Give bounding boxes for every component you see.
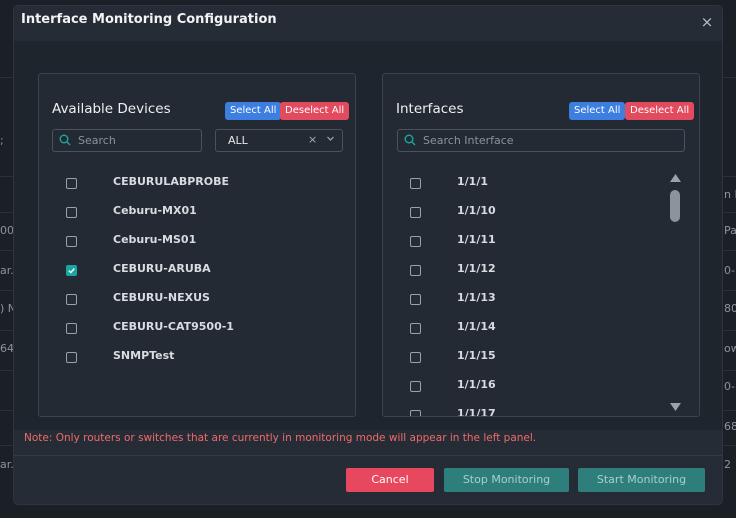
interface-name: 1/1/16	[457, 378, 496, 391]
device-checkbox[interactable]	[66, 236, 77, 247]
interface-monitoring-dialog: Interface Monitoring Configuration × Ava…	[14, 6, 722, 504]
device-checkbox[interactable]	[66, 294, 77, 305]
interface-name: 1/1/17	[457, 407, 496, 416]
bg-text: ow	[724, 342, 736, 355]
dialog-title: Interface Monitoring Configuration	[21, 12, 277, 27]
interface-name: 1/1/12	[457, 262, 496, 275]
interface-search-input[interactable]	[423, 130, 679, 151]
filter-value: ALL	[228, 134, 248, 147]
monitoring-note: Note: Only routers or switches that are …	[24, 432, 537, 444]
interface-checkbox[interactable]	[410, 236, 421, 247]
interface-checkbox[interactable]	[410, 352, 421, 363]
chevron-down-icon	[327, 136, 334, 141]
device-name: CEBURU-ARUBA	[113, 262, 211, 275]
footer-divider	[14, 455, 722, 456]
device-name: Ceburu-MX01	[113, 204, 197, 217]
select-all-devices-button[interactable]: Select All	[225, 102, 282, 120]
bg-text: 00	[0, 224, 14, 237]
interfaces-panel: Interfaces Select All Deselect All 1/1/1…	[382, 73, 700, 417]
interface-checkbox[interactable]	[410, 265, 421, 276]
dialog-body: Available Devices Select All Deselect Al…	[14, 41, 722, 430]
bg-text: 68	[724, 420, 736, 433]
interface-checkbox[interactable]	[410, 323, 421, 334]
checkmark-icon	[68, 268, 75, 274]
device-name: CEBURU-CAT9500-1	[113, 320, 234, 333]
deselect-all-interfaces-button[interactable]: Deselect All	[625, 102, 695, 120]
interface-search-box	[397, 129, 685, 152]
interface-name: 1/1/1	[457, 175, 488, 188]
stop-monitoring-button[interactable]: Stop Monitoring	[444, 468, 569, 492]
bg-text: n M	[724, 188, 736, 201]
interface-checkbox[interactable]	[410, 381, 421, 392]
clear-filter-icon[interactable]: ×	[308, 133, 317, 146]
interface-checkbox[interactable]	[410, 410, 421, 416]
interface-name: 1/1/13	[457, 291, 496, 304]
start-monitoring-button[interactable]: Start Monitoring	[578, 468, 705, 492]
device-checkbox[interactable]	[66, 207, 77, 218]
interface-list: 1/1/1 1/1/10 1/1/11 1/1/12 1/1/13 1/1/14…	[383, 174, 699, 416]
select-all-interfaces-button[interactable]: Select All	[569, 102, 626, 120]
bg-text: 0-	[724, 380, 735, 393]
interface-name: 1/1/10	[457, 204, 496, 217]
search-icon	[59, 134, 71, 146]
bg-text: ;	[0, 134, 4, 147]
interface-name: 1/1/14	[457, 320, 496, 333]
device-name: CEBURU-NEXUS	[113, 291, 210, 304]
interface-name: 1/1/11	[457, 233, 496, 246]
device-checkbox[interactable]	[66, 352, 77, 363]
interface-checkbox[interactable]	[410, 207, 421, 218]
cancel-button[interactable]: Cancel	[346, 468, 434, 492]
device-checkbox[interactable]	[66, 178, 77, 189]
interface-name: 1/1/15	[457, 349, 496, 362]
scroll-up-arrow-icon[interactable]	[669, 173, 682, 183]
device-name: SNMPTest	[113, 349, 175, 362]
panel-title: Interfaces	[396, 101, 464, 117]
bg-text: ar.	[0, 458, 14, 471]
bg-text: 0-	[724, 264, 735, 277]
device-filter-select[interactable]: ALL ×	[215, 129, 343, 152]
close-icon[interactable]: ×	[700, 15, 714, 30]
scrollbar-thumb[interactable]	[670, 190, 680, 222]
interface-checkbox[interactable]	[410, 178, 421, 189]
device-checkbox[interactable]	[66, 323, 77, 334]
bg-text: 2	[724, 458, 731, 471]
device-name: CEBURULABPROBE	[113, 175, 229, 188]
search-icon	[404, 134, 416, 146]
device-checkbox[interactable]	[66, 265, 77, 276]
interface-checkbox[interactable]	[410, 294, 421, 305]
device-search-box	[52, 129, 202, 152]
device-search-input[interactable]	[78, 130, 196, 151]
scroll-down-arrow-icon[interactable]	[669, 402, 682, 412]
bg-text: 80	[724, 302, 736, 315]
available-devices-panel: Available Devices Select All Deselect Al…	[38, 73, 356, 417]
device-name: Ceburu-MS01	[113, 233, 197, 246]
bg-text: ar.	[0, 264, 14, 277]
deselect-all-devices-button[interactable]: Deselect All	[280, 102, 350, 120]
bg-text: Pa	[724, 224, 736, 237]
panel-title: Available Devices	[52, 101, 171, 117]
